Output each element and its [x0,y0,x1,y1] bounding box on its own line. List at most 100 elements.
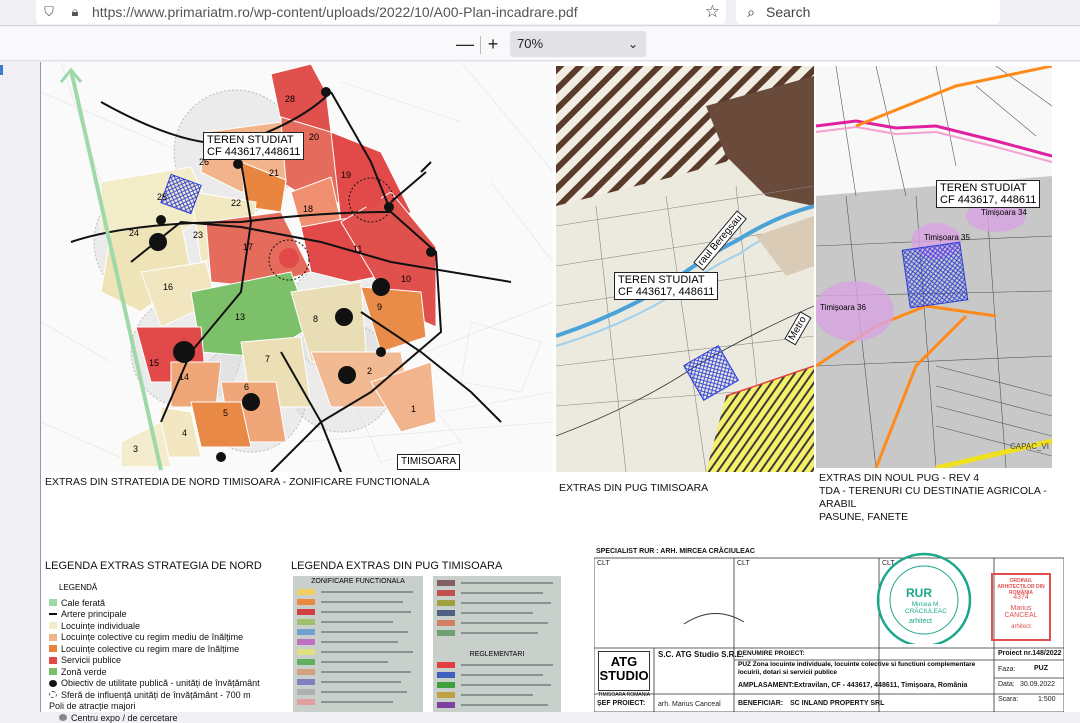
zone-number: 2 [367,366,373,376]
zone-number: 28 [285,94,296,104]
legend-label: Poli de atracție majori [49,701,136,711]
zoom-in-button[interactable]: + [482,33,504,55]
legend-item: Cale ferată [49,597,105,608]
legend-label: Locuințe colective cu regim mare de înăl… [61,643,240,654]
study-area-label: TEREN STUDIAT CF 443617,448611 [203,132,305,160]
zone-number: 15 [149,358,160,368]
legend2-panel-a: ZONIFICARE FUNCTIONALA [293,576,423,712]
zone-number: 3 [133,444,139,454]
date-label: Data: [998,681,1015,688]
legend1-subtitle: LEGENDĂ [59,583,98,592]
map1-caption: EXTRAS DIN STRATEDIA DE NORD TIMISOARA -… [45,476,430,488]
legend-label: Locuințe individuale [61,620,141,631]
stamp1-text: arhitect [909,618,932,625]
search-field[interactable]: ⌕ Search [736,0,1000,24]
location-label: AMPLASAMENT: [738,682,794,689]
new-pug-map-svg [816,66,1052,468]
zone-number: 17 [243,242,254,252]
zone-number: 5 [223,408,229,418]
zone-number: 4 [182,428,188,438]
legend-item: Centru expo / de cercetare [49,712,178,723]
map2-caption: EXTRAS DIN PUG TIMISOARA [559,482,709,494]
company-sub: TIMISOARA ROMANIA [598,692,650,698]
map-pug-timisoara: raul Beregsau Metro TEREN STUDIAT CF 443… [556,66,814,472]
legend-item: Poli de atracție majori [49,701,136,712]
date-value: 30.09.2022 [1020,681,1056,688]
stamps-svg [683,552,1051,644]
zone-number: 25 [157,192,168,202]
legend-label: Servicii publice [61,655,122,665]
zone-number: 20 [309,132,320,142]
map3-caption: EXTRAS DIN NOUL PUG - REV 4 TDA - TERENU… [819,472,1080,524]
address-field[interactable]: ⛉ 🔒︎ https://www.primariatm.ro/wp-conten… [36,0,726,24]
study-area-label: TEREN STUDIAT CF 443617, 448611 [614,272,719,300]
caption-line: PASUNE, FANETE [819,511,909,523]
zone-number: 8 [313,314,319,324]
zone-number: 18 [303,204,314,214]
legend-item: Locuințe individuale [49,620,140,631]
project-title: PUZ Zona locuinte individuale, locuinte … [738,661,976,676]
legend-item: Artere principale [49,609,127,620]
legend-swatch [49,668,57,675]
stamp1-text: Mircea M. CRĂCIULEAC [905,601,947,615]
zone-number: 24 [129,228,140,238]
place-label: Timișoara 35 [924,233,970,242]
zoning-map-svg [41,62,553,472]
zone-number: 16 [163,282,174,292]
legend-item: Sferă de influență unități de învățământ… [49,689,251,700]
caption-line: EXTRAS DIN NOUL PUG - REV 4 [819,472,980,484]
phase-value: PUZ [1034,665,1048,672]
stamp2-text: arhitect [1011,624,1031,630]
beneficiary-value: SC INLAND PROPERTY SRL [790,700,885,707]
zone-number: 6 [244,382,250,392]
legend-label: Sferă de influență unități de învățământ… [61,689,251,700]
search-placeholder: Search [766,4,811,20]
legend-item: Locuințe colective cu regim mare de înăl… [49,643,239,654]
legend-swatch [59,714,67,721]
bookmark-star-icon[interactable]: ☆ [705,2,720,22]
legend-swatch [49,679,57,687]
beneficiary-label: BENEFICIAR: [738,700,784,707]
legend-swatch [49,613,57,615]
zone-number: 19 [341,170,352,180]
phase-label: Faza: [998,666,1016,673]
legend1-title: LEGENDA EXTRAS STRATEGIA DE NORD [45,560,262,572]
label-line: CF 443617, 448611 [940,194,1037,206]
legend2-heading: REGLEMENTARI [469,651,525,658]
legend-item: Obiectiv de utilitate publică - unități … [49,678,260,689]
sidebar-indicator[interactable] [0,65,3,75]
zoom-out-button[interactable]: — [454,33,476,55]
legend-item: Locuințe colective cu regim mediu de înă… [49,632,243,643]
legend-label: Zonă verde [61,666,107,677]
legend2-title: LEGENDA EXTRAS DIN PUG TIMISOARA [291,560,503,572]
logo-text: ATG STUDIO [599,654,649,683]
legend-swatch [49,599,57,606]
map-strategia-nord: 28 20 26 21 19 25 22 18 24 23 17 11 16 1… [41,62,553,472]
address-text[interactable]: https://www.primariatm.ro/wp-content/upl… [92,4,578,20]
title-block: SPECIALIST RUR : ARH. MIRCEA CRĂCIULEAC … [594,544,1064,712]
lock-icon[interactable]: 🔒︎ [62,4,88,20]
zone-number: 13 [235,312,246,322]
toolbar-separator [480,36,481,54]
city-label: TIMISOARA [397,454,461,470]
zone-number: 14 [179,372,190,382]
label-line: TEREN STUDIAT [207,134,294,146]
company-logo: ATG STUDIO [598,651,650,691]
location-value: Extravilan, CF - 443617, 448611, Timișoa… [794,682,968,689]
stamp2-text: 4374 [1013,594,1029,601]
legend2-swatches-b [437,580,553,636]
pug-map-svg [556,66,814,472]
legend-label: Locuințe colective cu regim mediu de înă… [61,632,244,642]
tracking-shield-icon[interactable]: ⛉ [36,4,62,20]
pdf-toolbar: — + 70% ⌄ [0,27,1080,75]
label-line: CF 443617, 448611 [618,286,715,298]
company-name: S.C. ATG Studio S.R.L. [658,650,744,659]
zoom-value: 70% [517,36,544,51]
legend-label: Artere principale [61,609,127,619]
sef-proiect-label: ȘEF PROIECT: [597,700,646,707]
study-area-label: TEREN STUDIAT CF 443617, 448611 [936,180,1041,208]
label-line: TEREN STUDIAT [618,274,705,286]
place-label: Timișoara 34 [981,208,1027,217]
zoom-select[interactable]: 70% ⌄ [510,31,646,57]
scale-label: Scara: [998,696,1019,703]
